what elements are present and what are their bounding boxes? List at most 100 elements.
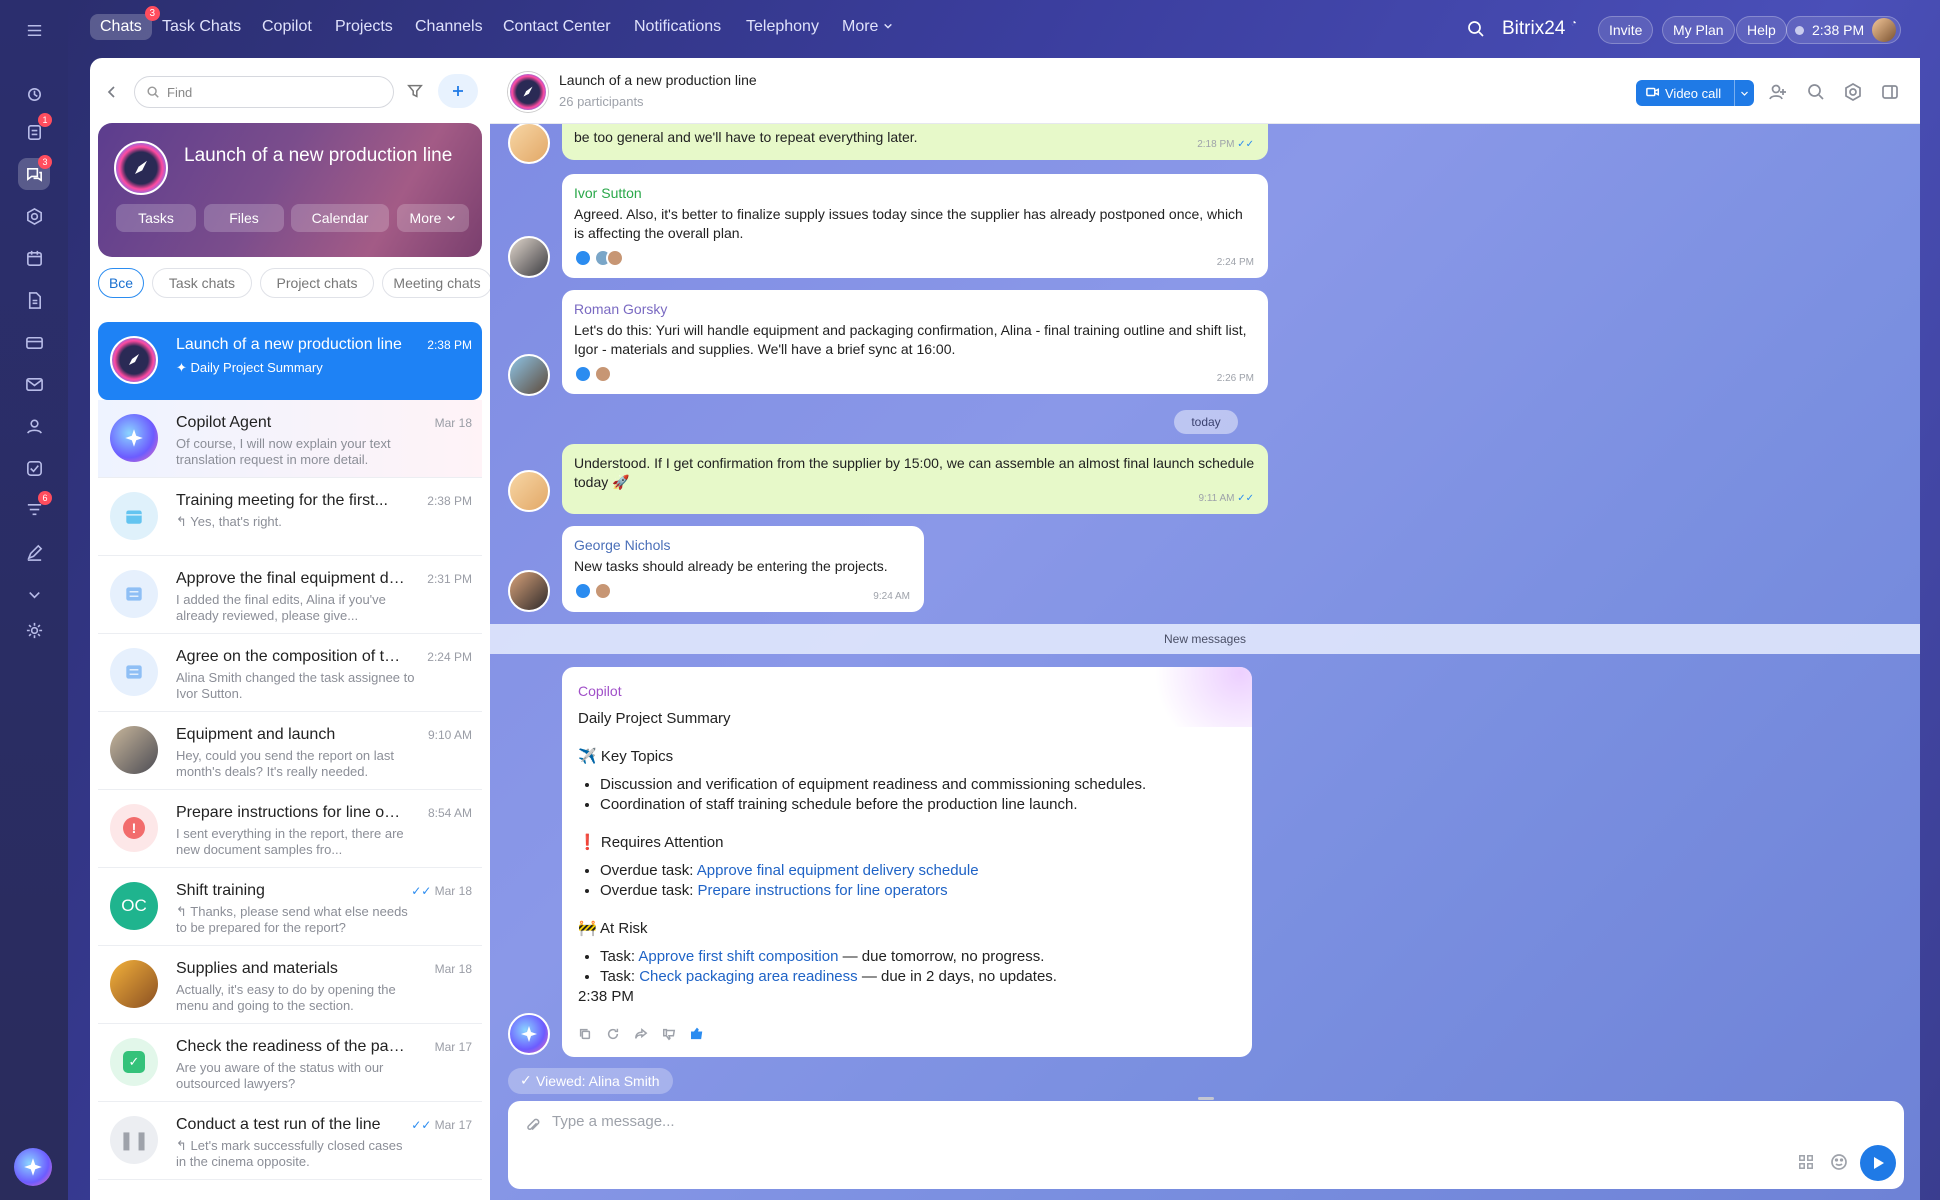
message-author[interactable]: Ivor Sutton <box>574 184 1256 203</box>
contacts-icon[interactable] <box>18 410 50 442</box>
sign-icon[interactable] <box>18 536 50 568</box>
chat-item[interactable]: ✓ Check the readiness of the packa... Ma… <box>98 1024 482 1102</box>
hero-more-button[interactable]: More <box>397 204 469 232</box>
author-avatar[interactable] <box>508 236 550 278</box>
panel-toggle-icon[interactable] <box>1880 82 1900 105</box>
nav-channels[interactable]: Channels <box>415 18 483 36</box>
chat-item[interactable]: Approve the final equipment del... 2:31 … <box>98 556 482 634</box>
add-user-icon[interactable] <box>1768 82 1788 105</box>
chat-preview: ↰ Yes, that's right. <box>176 514 416 548</box>
chat-item[interactable]: Equipment and launch 9:10 AM Hey, could … <box>98 712 482 790</box>
new-chat-button[interactable] <box>438 74 478 108</box>
task-link[interactable]: Prepare instructions for line operators <box>698 882 948 899</box>
activity-icon[interactable] <box>18 78 50 110</box>
video-call-button[interactable]: Video call <box>1636 80 1754 106</box>
read-check-icon: ✓✓ <box>1237 493 1254 504</box>
reactions[interactable] <box>574 582 912 602</box>
nav-telephony[interactable]: Telephony <box>746 18 819 36</box>
funnel-icon[interactable]: 6 <box>18 491 52 526</box>
copy-icon[interactable] <box>578 1027 592 1047</box>
back-arrow-icon[interactable] <box>104 84 120 103</box>
nav-chats[interactable]: Chats 3 <box>90 6 160 40</box>
refresh-icon[interactable] <box>606 1027 620 1047</box>
message-author[interactable]: Roman Gorsky <box>574 300 1256 319</box>
hero-tasks-button[interactable]: Tasks <box>116 204 196 232</box>
copilot-star-icon[interactable] <box>14 1148 52 1186</box>
search-icon[interactable] <box>1806 82 1826 105</box>
chat-item[interactable]: Launch of a new production line 2:38 PM … <box>98 322 482 400</box>
reactions[interactable] <box>574 365 1256 385</box>
filter-project-chats[interactable]: Project chats <box>260 268 374 298</box>
my-plan-button[interactable]: My Plan <box>1662 16 1735 44</box>
resize-handle[interactable] <box>1198 1097 1214 1100</box>
like-reaction-icon[interactable] <box>574 365 592 383</box>
thumbs-up-icon[interactable] <box>690 1027 704 1047</box>
mail-icon[interactable] <box>18 368 50 400</box>
checkbox-icon[interactable] <box>18 452 50 484</box>
nav-task-chats[interactable]: Task Chats <box>162 18 241 36</box>
chat-item[interactable]: OC Shift training ✓✓ Mar 18 ↰ Thanks, pl… <box>98 868 482 946</box>
help-button[interactable]: Help <box>1736 16 1787 44</box>
hexagon-icon[interactable] <box>18 200 50 232</box>
chat-item[interactable]: ❚❚ Conduct a test run of the line ✓✓ Mar… <box>98 1102 482 1180</box>
filter-icon[interactable] <box>406 82 424 103</box>
menu-icon[interactable] <box>18 14 50 46</box>
author-avatar[interactable] <box>508 570 550 612</box>
settings-gear-icon[interactable] <box>18 614 50 646</box>
author-avatar[interactable] <box>508 124 550 164</box>
nav-projects[interactable]: Projects <box>335 18 393 36</box>
hero-files-button[interactable]: Files <box>204 204 284 232</box>
filter-meeting-chats[interactable]: Meeting chats <box>382 268 490 298</box>
like-reaction-icon[interactable] <box>574 249 592 267</box>
message-author[interactable]: George Nichols <box>574 536 912 555</box>
filter-all[interactable]: Все <box>98 268 144 298</box>
chats-icon[interactable]: 3 <box>18 155 52 190</box>
copilot-avatar[interactable] <box>508 1013 550 1055</box>
participants-count[interactable]: 26 participants <box>559 94 644 109</box>
thumbs-down-icon[interactable] <box>662 1027 676 1047</box>
smiley-icon[interactable] <box>1830 1153 1848 1174</box>
apps-grid-icon[interactable] <box>1798 1154 1814 1173</box>
message-input[interactable]: Type a message... <box>552 1113 1752 1137</box>
reactions[interactable] <box>574 249 1256 269</box>
author-avatar[interactable] <box>508 470 550 512</box>
chat-preview: I sent everything in the report, there a… <box>176 826 404 857</box>
settings-icon[interactable] <box>1843 82 1863 105</box>
tasks-icon[interactable]: 1 <box>18 113 52 148</box>
chat-item[interactable]: Agree on the composition of the... 2:24 … <box>98 634 482 712</box>
task-link[interactable]: Check packaging area readiness <box>639 968 857 985</box>
clock-button[interactable]: 2:38 PM <box>1786 16 1902 44</box>
chat-title[interactable]: Launch of a new production line <box>559 72 757 88</box>
filter-task-chats[interactable]: Task chats <box>152 268 252 298</box>
chat-avatar[interactable] <box>508 72 548 112</box>
chevron-down-icon[interactable] <box>1734 80 1754 106</box>
chat-item[interactable]: Training meeting for the first... 2:38 P… <box>98 478 482 556</box>
nav-more[interactable]: More <box>842 18 893 36</box>
double-check-icon: ✓✓ <box>411 884 435 898</box>
rocket-avatar-icon <box>114 141 168 195</box>
user-avatar[interactable] <box>1872 18 1897 42</box>
calendar-icon[interactable] <box>18 242 50 274</box>
card-icon[interactable] <box>18 326 50 358</box>
task-link[interactable]: Approve first shift composition <box>638 948 838 965</box>
chevron-down-icon[interactable] <box>18 578 50 610</box>
send-button[interactable] <box>1860 1145 1896 1181</box>
author-avatar[interactable] <box>508 354 550 396</box>
search-icon[interactable] <box>1466 19 1486 42</box>
chat-item[interactable]: ! Prepare instructions for line ope... 8… <box>98 790 482 868</box>
hero-calendar-button[interactable]: Calendar <box>291 204 389 232</box>
share-icon[interactable] <box>634 1027 648 1047</box>
chat-item[interactable]: Supplies and materials Mar 18 Actually, … <box>98 946 482 1024</box>
paperclip-icon[interactable] <box>524 1117 542 1138</box>
like-reaction-icon[interactable] <box>574 582 592 600</box>
invite-button[interactable]: Invite <box>1598 16 1654 44</box>
chat-item[interactable]: Copilot Agent Mar 18 Of course, I will n… <box>98 400 482 478</box>
nav-notifications[interactable]: Notifications <box>634 18 721 36</box>
nav-contact-center[interactable]: Contact Center <box>503 18 611 36</box>
document-icon[interactable] <box>18 284 50 316</box>
task-link[interactable]: Approve final equipment delivery schedul… <box>697 862 979 879</box>
brand-logo: Bitrix24 ◔ <box>1502 18 1577 40</box>
copilot-glow <box>1132 667 1252 727</box>
search-input[interactable]: Find <box>134 76 394 108</box>
nav-copilot[interactable]: Copilot <box>262 18 312 36</box>
